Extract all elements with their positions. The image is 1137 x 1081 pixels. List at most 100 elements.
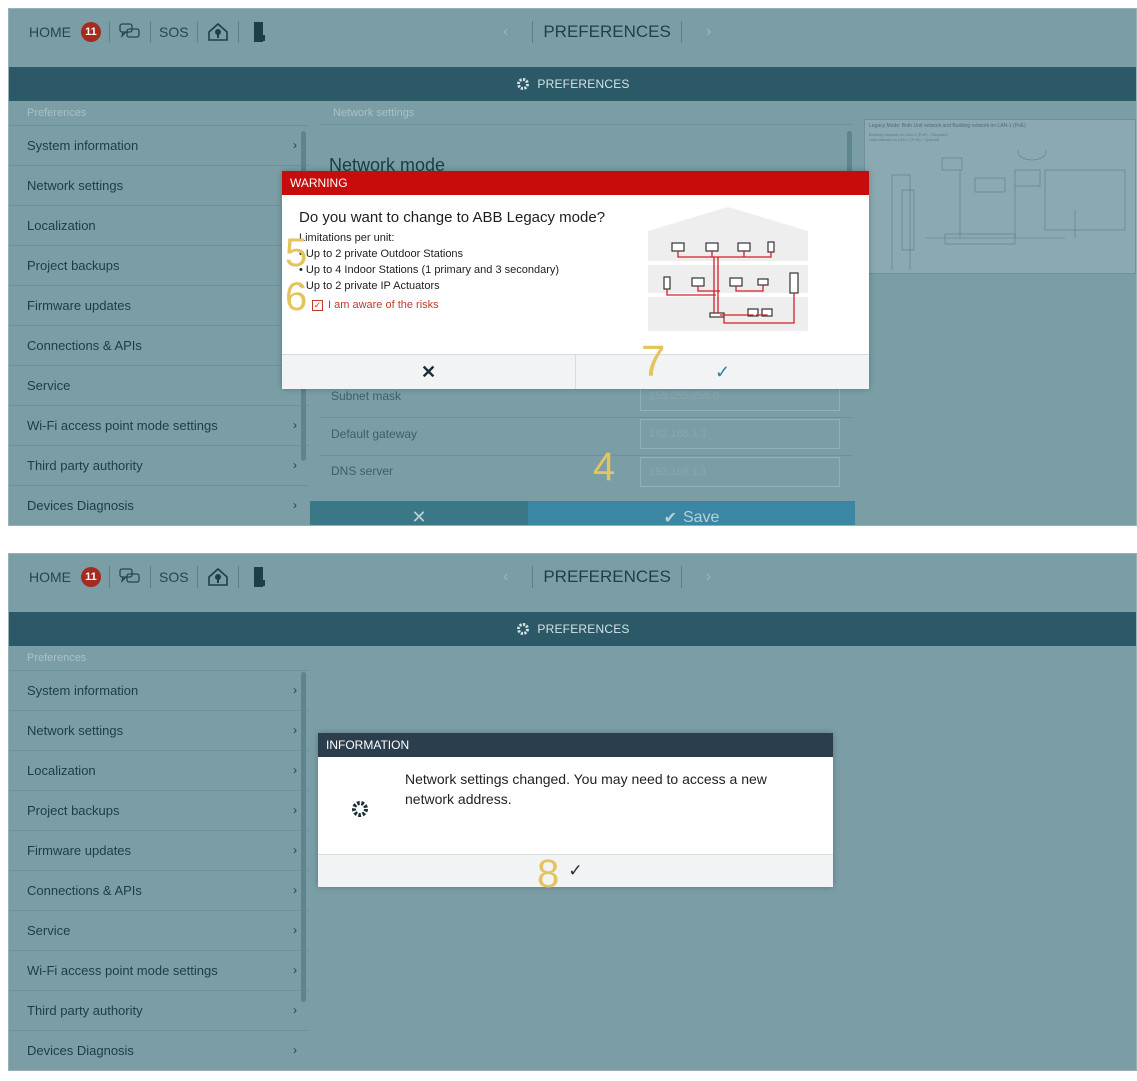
content-header: Network settings — [319, 101, 852, 125]
chevron-right-icon: › — [293, 803, 297, 817]
chat-icon[interactable] — [118, 20, 142, 44]
check-icon: ✓ — [714, 361, 731, 382]
door-icon[interactable] — [247, 565, 271, 589]
check-icon: ✓ — [568, 861, 583, 880]
prev-arrow-icon[interactable]: ‹ — [503, 23, 508, 41]
gear-icon — [517, 623, 530, 635]
chevron-right-icon: › — [293, 843, 297, 857]
home-button[interactable]: HOME — [29, 569, 71, 585]
home-button[interactable]: HOME — [29, 24, 71, 40]
sidebar-item-system-information[interactable]: System information › — [9, 126, 309, 166]
sos-button[interactable]: SOS — [159, 24, 189, 40]
sidebar-item-project-backups[interactable]: Project backups› — [9, 791, 309, 831]
chevron-right-icon: › — [293, 498, 297, 512]
risk-checkbox[interactable]: ✓ I am aware of the risks — [312, 299, 439, 311]
chevron-right-icon: › — [293, 138, 297, 152]
next-arrow-icon[interactable]: › — [706, 568, 711, 586]
divider — [109, 21, 110, 43]
sidebar-item-localization[interactable]: Localization› — [9, 751, 309, 791]
sidebar-item-third-party-authority[interactable]: Third party authority › — [9, 446, 309, 486]
chevron-right-icon: › — [293, 963, 297, 977]
gear-icon — [352, 801, 368, 817]
checkbox-checked-icon: ✓ — [312, 299, 323, 311]
sos-button[interactable]: SOS — [159, 569, 189, 585]
preferences-header: PREFERENCES — [9, 612, 1136, 646]
divider — [109, 566, 110, 588]
step-number-7: 7 — [641, 337, 666, 386]
page-title-bar: ‹ PREFERENCES › — [489, 21, 725, 43]
page-title-bar: ‹ PREFERENCES › — [489, 566, 725, 588]
sidebar: Preferences System information › Network … — [9, 646, 309, 1070]
panel-bottom: HOME 11 SOS ‹ PREFERENCES › PREFERENCES … — [8, 553, 1137, 1071]
top-bar: HOME 11 SOS ‹ PREFERENCES › — [9, 554, 1136, 600]
sidebar-scrollbar[interactable] — [301, 672, 306, 1002]
dns-server-label: DNS server — [331, 464, 394, 478]
sidebar-item-connections-apis[interactable]: Connections & APIs› — [9, 326, 309, 366]
sidebar-header: Preferences — [9, 101, 309, 126]
information-header: INFORMATION — [318, 733, 833, 757]
sidebar-item-devices-diagnosis[interactable]: Devices Diagnosis › — [9, 1031, 309, 1070]
prev-arrow-icon[interactable]: ‹ — [503, 568, 508, 586]
warning-footer: ✕ ✓ — [282, 354, 869, 389]
chevron-right-icon: › — [293, 923, 297, 937]
sidebar-item-devices-diagnosis[interactable]: Devices Diagnosis › — [9, 486, 309, 525]
sidebar-item-system-information[interactable]: System information › — [9, 671, 309, 711]
sidebar-item-third-party-authority[interactable]: Third party authority › — [9, 991, 309, 1031]
sidebar-item-service[interactable]: Service› — [9, 911, 309, 951]
sidebar-item-wifi-ap-mode[interactable]: Wi-Fi access point mode settings › — [9, 406, 309, 446]
chevron-right-icon: › — [293, 418, 297, 432]
information-message: Network settings changed. You may need t… — [405, 771, 767, 807]
next-arrow-icon[interactable]: › — [706, 23, 711, 41]
sidebar-item-network-settings[interactable]: Network settings› — [9, 711, 309, 751]
limitations-title: Limitations per unit: — [299, 232, 395, 244]
sidebar-item-service[interactable]: Service› — [9, 366, 309, 406]
header-label: PREFERENCES — [537, 622, 630, 636]
chevron-right-icon: › — [293, 1003, 297, 1017]
header-label: PREFERENCES — [537, 77, 630, 91]
sidebar-item-wifi-ap-mode[interactable]: Wi-Fi access point mode settings › — [9, 951, 309, 991]
gear-icon — [517, 78, 530, 90]
house-alert-icon[interactable] — [206, 565, 230, 589]
information-confirm-button[interactable]: ✓ — [318, 855, 833, 887]
door-icon[interactable] — [247, 20, 271, 44]
limitation-item: • Up to 4 Indoor Stations (1 primary and… — [299, 264, 560, 276]
warning-confirm-button[interactable]: ✓ — [575, 355, 869, 389]
panel-top: HOME 11 SOS ‹ PREFERENCES › PREFERENCES … — [8, 8, 1137, 526]
diagram-title: Legacy Mode: Both Unit network and Build… — [869, 123, 1026, 129]
save-button[interactable]: ✔ Save — [528, 501, 855, 525]
network-diagram-drawing — [891, 150, 1126, 270]
notification-badge[interactable]: 11 — [81, 567, 101, 587]
divider — [150, 21, 151, 43]
sidebar-header: Preferences — [9, 646, 309, 671]
chat-icon[interactable] — [118, 565, 142, 589]
legacy-mode-diagram — [648, 207, 808, 331]
house-alert-icon[interactable] — [206, 20, 230, 44]
default-gateway-input[interactable]: 192.168.1.1 — [640, 419, 840, 449]
sidebar-item-connections-apis[interactable]: Connections & APIs› — [9, 871, 309, 911]
sidebar-item-project-backups[interactable]: Project backups› — [9, 246, 309, 286]
network-diagram: Legacy Mode: Both Unit network and Build… — [864, 119, 1136, 274]
default-gateway-label: Default gateway — [331, 427, 418, 441]
sidebar-item-firmware-updates[interactable]: Firmware updates› — [9, 286, 309, 326]
divider — [237, 566, 239, 588]
chevron-right-icon: › — [293, 883, 297, 897]
sidebar: Preferences System information › Network … — [9, 101, 309, 525]
divider — [150, 566, 151, 588]
preferences-header: PREFERENCES — [9, 67, 1136, 101]
sidebar-item-localization[interactable]: Localization› — [9, 206, 309, 246]
notification-badge[interactable]: 11 — [81, 22, 101, 42]
sidebar-item-firmware-updates[interactable]: Firmware updates› — [9, 831, 309, 871]
dns-server-input[interactable]: 192.168.1.1 — [640, 457, 840, 487]
close-icon: ✕ — [420, 361, 437, 382]
chevron-right-icon: › — [293, 683, 297, 697]
step-number-8: 8 — [537, 852, 560, 896]
warning-header: WARNING — [282, 171, 869, 195]
information-footer: ✓ — [318, 854, 833, 887]
warning-cancel-button[interactable]: ✕ — [282, 355, 575, 389]
cancel-button[interactable]: ✕ — [310, 501, 528, 525]
sidebar-item-network-settings[interactable]: Network settings› — [9, 166, 309, 206]
top-bar: HOME 11 SOS ‹ PREFERENCES › — [9, 9, 1136, 55]
chevron-right-icon: › — [293, 1043, 297, 1057]
step-number-6: 6 — [285, 275, 308, 319]
page-title: PREFERENCES — [543, 567, 671, 586]
